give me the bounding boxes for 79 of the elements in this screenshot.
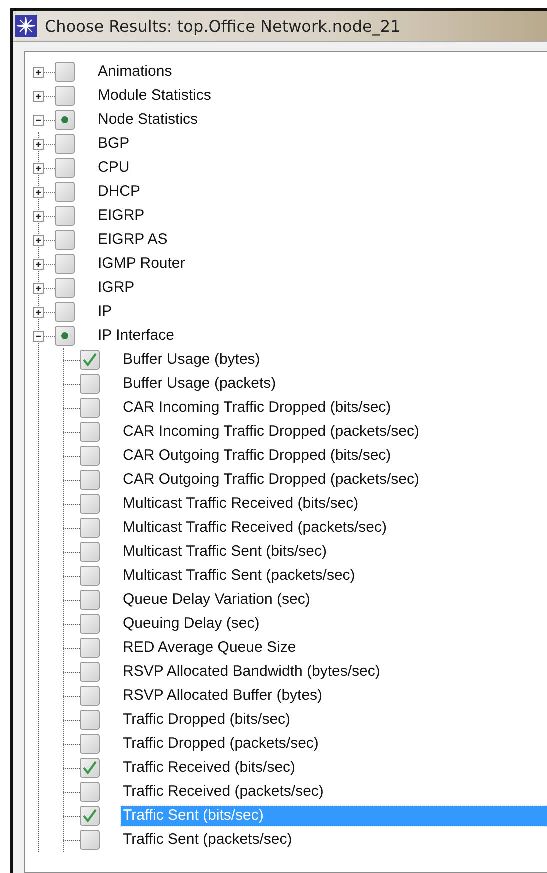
tree-item-label[interactable]: IP <box>96 302 114 322</box>
expand-button[interactable] <box>33 306 44 318</box>
tree-item-label[interactable]: EIGRP <box>96 206 147 226</box>
tree-item-label[interactable]: CAR Outgoing Traffic Dropped (packets/sec) <box>121 470 422 490</box>
tree-item-label[interactable]: Multicast Traffic Received (packets/sec) <box>121 518 389 538</box>
checkbox[interactable] <box>80 374 100 394</box>
tree-item-label[interactable]: CAR Incoming Traffic Dropped (packets/sec) <box>121 422 422 442</box>
tree-item-label[interactable]: RSVP Allocated Buffer (bytes) <box>121 686 325 706</box>
checkbox[interactable] <box>80 638 100 658</box>
expand-button[interactable] <box>33 66 44 78</box>
tree-item-label[interactable]: Queuing Delay (sec) <box>121 614 262 634</box>
expand-button[interactable] <box>33 186 44 198</box>
star-icon <box>15 15 37 37</box>
checkbox[interactable] <box>80 758 100 778</box>
checkbox[interactable] <box>80 470 100 490</box>
checkbox[interactable] <box>55 134 75 154</box>
checkbox[interactable] <box>55 62 75 82</box>
checkbox[interactable] <box>80 662 100 682</box>
checkbox[interactable] <box>80 686 100 706</box>
checkbox[interactable] <box>80 518 100 538</box>
checkbox[interactable] <box>80 422 100 442</box>
checkbox[interactable] <box>80 830 100 850</box>
checkbox[interactable] <box>55 158 75 178</box>
tree-item-label[interactable]: Queue Delay Variation (sec) <box>121 590 312 610</box>
checkbox[interactable] <box>80 494 100 514</box>
tree-item-label[interactable]: RSVP Allocated Bandwidth (bytes/sec) <box>121 662 382 682</box>
tree-item-label[interactable]: Traffic Sent (packets/sec) <box>121 830 294 850</box>
tree-item-label[interactable]: Multicast Traffic Sent (bits/sec) <box>121 542 329 562</box>
checkbox[interactable] <box>80 806 100 826</box>
tree-item-label[interactable]: IP Interface <box>96 326 176 346</box>
checkbox[interactable] <box>55 86 75 106</box>
tree-item-label[interactable]: Multicast Traffic Sent (packets/sec) <box>121 566 358 586</box>
tree-item-label[interactable]: Traffic Received (bits/sec) <box>121 758 298 778</box>
checkbox[interactable] <box>80 590 100 610</box>
checkbox[interactable] <box>80 542 100 562</box>
checkbox[interactable] <box>55 206 75 226</box>
collapse-button[interactable] <box>33 330 44 342</box>
checkbox[interactable] <box>80 566 100 586</box>
tree-item-label[interactable]: DHCP <box>96 182 143 202</box>
checkbox[interactable] <box>55 254 75 274</box>
collapse-button[interactable] <box>33 114 44 126</box>
tree-item-label[interactable]: Module Statistics <box>96 86 214 106</box>
checkbox[interactable] <box>55 182 75 202</box>
tree-item-label[interactable]: Node Statistics <box>96 110 200 130</box>
checkbox[interactable] <box>80 350 100 370</box>
tree-item-label[interactable]: Buffer Usage (bytes) <box>121 350 262 370</box>
tree-item-label[interactable]: BGP <box>96 134 132 154</box>
checkbox[interactable] <box>55 110 75 130</box>
tree-item-label[interactable]: EIGRP AS <box>96 230 170 250</box>
checkbox[interactable] <box>80 614 100 634</box>
expand-button[interactable] <box>33 282 44 294</box>
expand-button[interactable] <box>33 162 44 174</box>
tree-item-label[interactable]: Buffer Usage (packets) <box>121 374 278 394</box>
tree-item-label[interactable]: IGMP Router <box>96 254 188 274</box>
tree-item-label[interactable]: Traffic Dropped (bits/sec) <box>121 710 293 730</box>
tree-item-label[interactable]: Traffic Received (packets/sec) <box>121 782 326 802</box>
checkbox[interactable] <box>80 398 100 418</box>
expand-button[interactable] <box>33 90 44 102</box>
expand-button[interactable] <box>33 210 44 222</box>
checkbox[interactable] <box>55 278 75 298</box>
checkbox[interactable] <box>55 230 75 250</box>
tree-item-label[interactable]: Traffic Dropped (packets/sec) <box>121 734 321 754</box>
tree-item-label[interactable]: CPU <box>96 158 132 178</box>
tree-item-label[interactable]: Multicast Traffic Received (bits/sec) <box>121 494 361 514</box>
checkbox[interactable] <box>80 710 100 730</box>
checkbox[interactable] <box>80 446 100 466</box>
tree-item-label[interactable]: CAR Incoming Traffic Dropped (bits/sec) <box>121 398 394 418</box>
tree-item-label[interactable]: Animations <box>96 62 174 82</box>
expand-button[interactable] <box>33 138 44 150</box>
checkbox[interactable] <box>55 326 75 346</box>
expand-button[interactable] <box>33 234 44 246</box>
tree-item-label[interactable]: IGRP <box>96 278 137 298</box>
checkbox[interactable] <box>80 734 100 754</box>
tree-item-label[interactable]: CAR Outgoing Traffic Dropped (bits/sec) <box>121 446 394 466</box>
window-title: Choose Results: top.Office Network.node_21 <box>45 16 401 36</box>
checkbox[interactable] <box>80 782 100 802</box>
checkbox[interactable] <box>55 302 75 322</box>
tree-item-label[interactable]: RED Average Queue Size <box>121 638 298 658</box>
expand-button[interactable] <box>33 258 44 270</box>
